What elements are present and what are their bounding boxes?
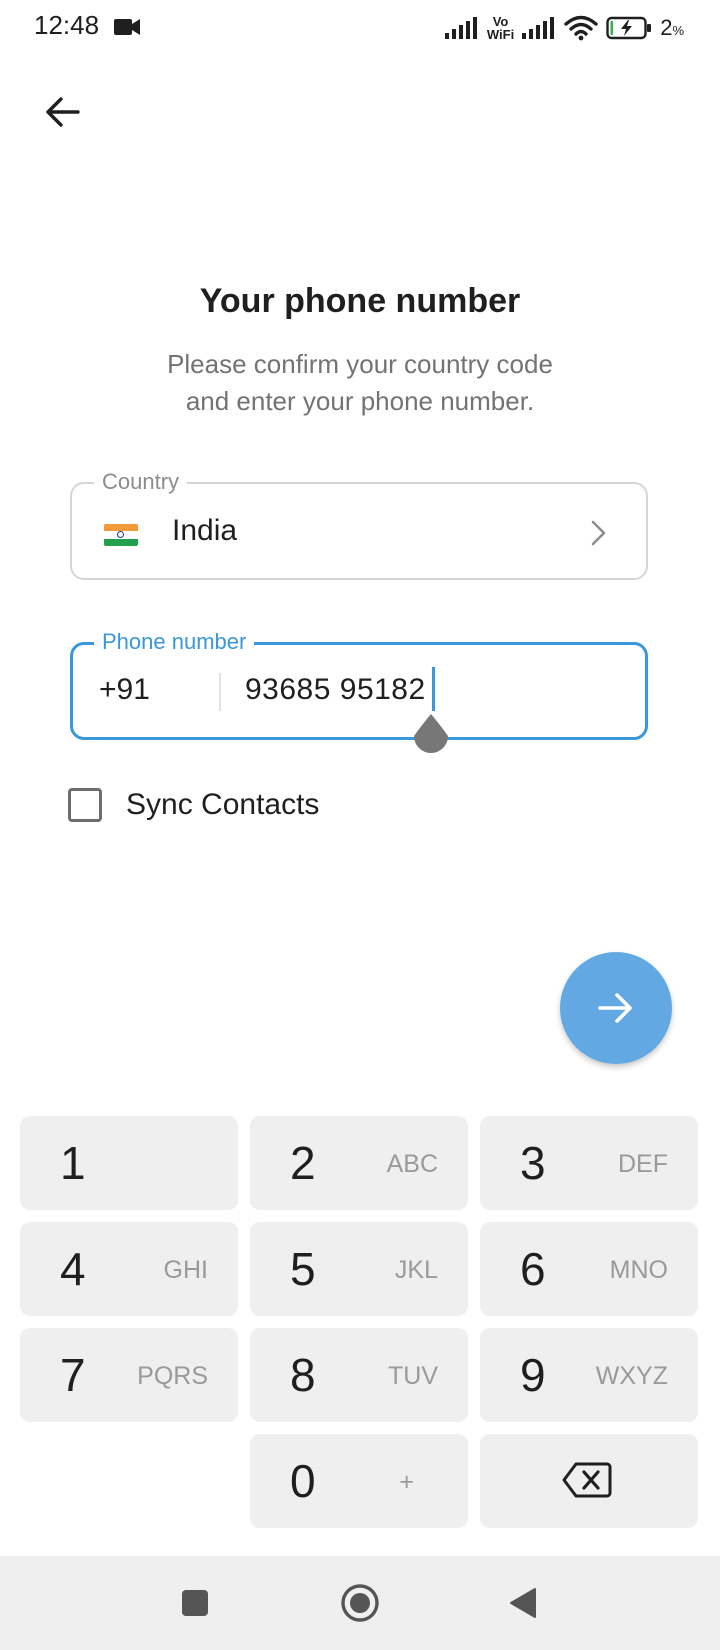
phone-number-value[interactable]: 93685 95182 <box>245 673 426 707</box>
key-3[interactable]: 3 DEF <box>480 1116 698 1210</box>
battery-percent: 2% <box>660 15 684 41</box>
system-nav-bar <box>0 1556 720 1650</box>
arrow-left-icon <box>46 97 80 127</box>
back-triangle-icon <box>510 1588 536 1618</box>
key-digit: 7 <box>60 1349 86 1401</box>
battery-charging-icon <box>606 16 652 40</box>
country-selector[interactable]: Country India <box>70 468 648 580</box>
key-1[interactable]: 1 <box>20 1116 238 1210</box>
key-digit: 2 <box>290 1137 316 1189</box>
video-camera-icon <box>114 19 140 35</box>
key-letters: PQRS <box>137 1362 208 1390</box>
key-letters: TUV <box>388 1362 438 1390</box>
key-7[interactable]: 7 PQRS <box>20 1328 238 1422</box>
signal-icon <box>444 17 477 39</box>
page-title: Your phone number <box>199 282 521 320</box>
back-button[interactable] <box>38 88 86 136</box>
country-name: India <box>172 514 238 547</box>
text-cursor <box>432 667 435 711</box>
key-digit: 8 <box>290 1349 316 1401</box>
chevron-right-icon <box>591 520 606 546</box>
backspace-icon <box>562 1462 612 1498</box>
key-digit: 1 <box>60 1137 86 1189</box>
key-digit: 6 <box>520 1243 546 1295</box>
home-circle-icon <box>341 1584 379 1622</box>
recents-square-icon <box>182 1590 208 1616</box>
sync-contacts-label: Sync Contacts <box>126 788 320 821</box>
signal-icon <box>522 17 555 39</box>
vowifi-icon: Vo WiFi <box>487 15 514 41</box>
arrow-right-icon <box>598 993 632 1023</box>
phone-number-label: Phone number <box>94 628 255 656</box>
key-letters: GHI <box>163 1256 208 1284</box>
key-9[interactable]: 9 WXYZ <box>480 1328 698 1422</box>
key-digit: 5 <box>290 1243 316 1295</box>
page-subtitle: Please confirm your country code and ent… <box>167 349 553 416</box>
status-time: 12:48 <box>34 10 100 40</box>
sync-contacts-toggle[interactable]: Sync Contacts <box>68 788 319 822</box>
home-button[interactable] <box>337 1580 383 1626</box>
key-8[interactable]: 8 TUV <box>250 1328 468 1422</box>
key-letters: WXYZ <box>595 1362 668 1390</box>
key-0[interactable]: 0 + <box>250 1434 468 1528</box>
india-flag-icon <box>104 524 138 546</box>
key-6[interactable]: 6 MNO <box>480 1222 698 1316</box>
status-icons: Vo WiFi 2% <box>444 12 684 44</box>
status-bar: 12:48 Vo WiFi 2% <box>0 0 720 56</box>
next-button[interactable] <box>560 952 672 1064</box>
key-digit: 0 <box>290 1455 316 1507</box>
key-letters: DEF <box>618 1150 668 1178</box>
key-5[interactable]: 5 JKL <box>250 1222 468 1316</box>
country-code-field[interactable]: +91 <box>99 673 150 707</box>
key-digit: 3 <box>520 1137 546 1189</box>
key-empty <box>20 1434 238 1528</box>
sync-contacts-checkbox[interactable] <box>68 788 102 822</box>
key-letters: JKL <box>394 1256 438 1284</box>
key-2[interactable]: 2 ABC <box>250 1116 468 1210</box>
recents-button[interactable] <box>172 1580 218 1626</box>
wifi-icon <box>564 15 598 41</box>
key-digit: 4 <box>60 1243 86 1295</box>
field-divider <box>219 673 221 711</box>
backspace-key[interactable] <box>480 1434 698 1528</box>
key-letters: MNO <box>609 1256 668 1284</box>
numeric-keypad: 1 2 ABC 3 DEF 4 GHI 5 JKL 6 MNO 7 PQRS 8… <box>20 1116 698 1528</box>
key-digit: 9 <box>520 1349 546 1401</box>
system-back-button[interactable] <box>500 1580 546 1626</box>
battery-percent-sign: % <box>672 23 684 38</box>
text-selection-handle[interactable] <box>411 712 451 760</box>
key-letters: ABC <box>386 1150 438 1178</box>
country-label: Country <box>94 468 188 496</box>
phone-number-input[interactable]: Phone number +91 93685 95182 <box>70 628 648 740</box>
key-letters: + <box>399 1468 414 1496</box>
vowifi-bottom-text: WiFi <box>486 27 515 42</box>
battery-percent-value: 2 <box>660 15 673 40</box>
key-4[interactable]: 4 GHI <box>20 1222 238 1316</box>
